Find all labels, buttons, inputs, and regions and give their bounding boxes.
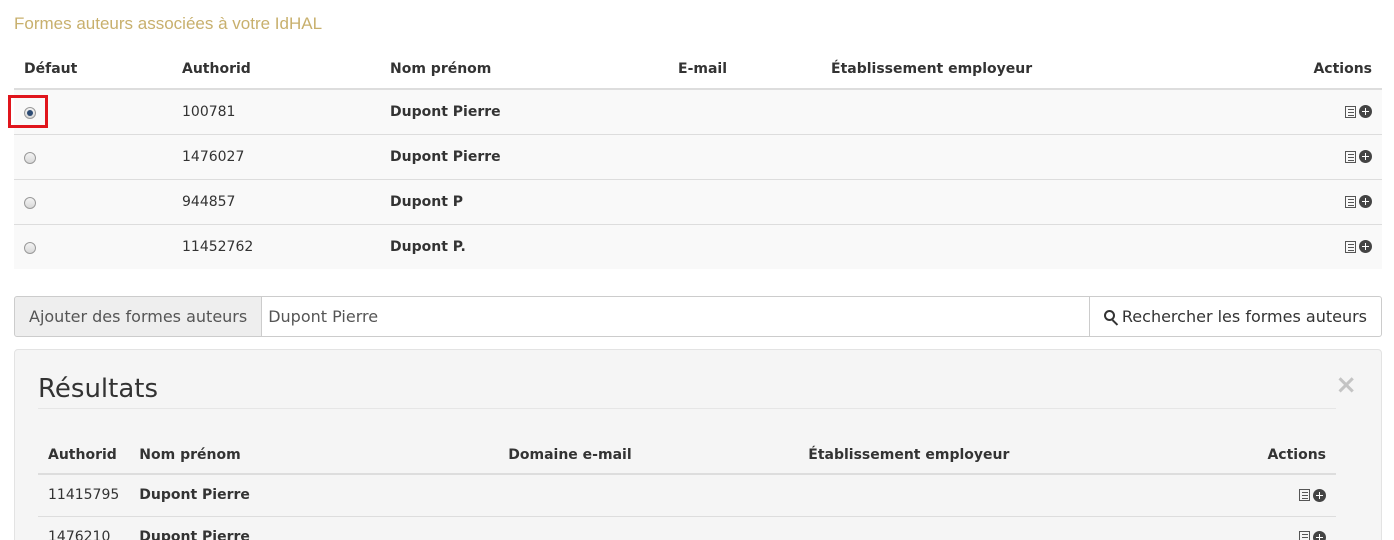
search-input[interactable] [262, 296, 1089, 337]
search-button[interactable]: Rechercher les formes auteurs [1088, 296, 1382, 337]
results-panel: Résultats × Authorid Nom prénom Domaine … [14, 349, 1382, 540]
list-icon[interactable] [1345, 105, 1356, 118]
name-cell: Dupont P [380, 178, 668, 224]
default-cell [14, 133, 172, 179]
email-cell [668, 133, 821, 179]
plus-circle-icon[interactable] [1359, 195, 1372, 208]
employer-cell [821, 89, 1272, 134]
authorid-cell: 944857 [172, 178, 380, 224]
close-icon[interactable]: × [1335, 372, 1357, 398]
idhal-author-forms-page: Formes auteurs associées à votre IdHAL D… [0, 0, 1394, 540]
plus-circle-icon[interactable] [1313, 488, 1326, 502]
list-icon[interactable] [1299, 489, 1310, 502]
author-search-group: Ajouter des formes auteurs Rechercher le… [14, 296, 1382, 337]
table-header-row: Authorid Nom prénom Domaine e-mail Établ… [38, 437, 1336, 475]
col-header-authorid: Authorid [172, 50, 380, 90]
table-row: 1476210 Dupont Pierre [38, 515, 1336, 540]
email-domain-cell [498, 515, 799, 540]
col-header-name: Nom prénom [129, 437, 499, 475]
email-cell [668, 223, 821, 269]
author-forms-table: Défaut Authorid Nom prénom E-mail Établi… [14, 50, 1382, 269]
col-header-email: E-mail [668, 50, 821, 90]
actions-cell [1226, 515, 1336, 540]
col-header-employer: Établissement employeur [821, 50, 1272, 90]
plus-circle-icon[interactable] [1313, 530, 1326, 540]
table-row: 100781 Dupont Pierre [14, 89, 1382, 134]
default-radio[interactable] [24, 151, 36, 164]
search-icon [1103, 310, 1115, 321]
list-icon[interactable] [1345, 150, 1356, 163]
email-cell [668, 178, 821, 224]
default-cell [14, 178, 172, 224]
employer-cell [798, 515, 1226, 540]
list-icon[interactable] [1299, 531, 1310, 540]
default-radio-highlight [8, 95, 48, 128]
col-header-employer: Établissement employeur [798, 437, 1226, 475]
authorid-cell: 11452762 [172, 223, 380, 269]
list-icon[interactable] [1345, 195, 1356, 208]
employer-cell [798, 474, 1226, 516]
default-cell [14, 223, 172, 269]
name-cell: Dupont Pierre [139, 487, 250, 504]
authorid-cell: 1476210 [38, 515, 130, 540]
list-icon[interactable] [1345, 240, 1356, 253]
results-table: Authorid Nom prénom Domaine e-mail Établ… [38, 437, 1336, 540]
authorid-cell: 11415795 [48, 487, 120, 504]
results-title: Résultats [38, 374, 159, 404]
email-cell [668, 89, 821, 134]
col-header-actions: Actions [1272, 50, 1382, 90]
name-cell: Dupont P. [380, 223, 668, 269]
actions-cell [1272, 178, 1382, 224]
default-radio[interactable] [24, 196, 36, 209]
actions-cell [1226, 474, 1336, 516]
plus-circle-icon[interactable] [1359, 240, 1372, 254]
name-cell: Dupont Pierre [390, 103, 501, 120]
default-radio[interactable] [24, 241, 36, 254]
section-title: Formes auteurs associées à votre IdHAL [14, 14, 323, 33]
plus-circle-icon[interactable] [1359, 150, 1372, 163]
email-domain-cell [498, 474, 798, 516]
col-header-actions: Actions [1226, 437, 1336, 475]
authorid-cell: 100781 [182, 103, 236, 120]
col-header-email-domain: Domaine e-mail [498, 437, 799, 475]
col-header-name: Nom prénom [380, 50, 668, 90]
actions-cell [1272, 89, 1382, 134]
table-row: 1476027 Dupont Pierre [14, 133, 1382, 179]
results-divider [38, 408, 1336, 409]
plus-circle-icon[interactable] [1359, 105, 1372, 119]
name-cell: Dupont Pierre [129, 515, 499, 540]
employer-cell [821, 178, 1272, 224]
table-header-row: Défaut Authorid Nom prénom E-mail Établi… [14, 50, 1382, 90]
employer-cell [821, 133, 1272, 179]
name-cell: Dupont Pierre [380, 133, 668, 179]
col-header-default: Défaut [14, 50, 172, 90]
actions-cell [1272, 133, 1382, 179]
authorid-cell: 1476027 [172, 133, 380, 179]
table-row: 11415795 Dupont Pierre [38, 474, 1336, 516]
table-row: 11452762 Dupont P. [14, 223, 1382, 269]
actions-cell [1272, 223, 1382, 269]
col-header-authorid: Authorid [38, 437, 130, 475]
table-row: 944857 Dupont P [14, 178, 1382, 224]
search-addon-label: Ajouter des formes auteurs [14, 296, 263, 337]
employer-cell [821, 223, 1272, 269]
search-button-label: Rechercher les formes auteurs [1121, 307, 1367, 326]
